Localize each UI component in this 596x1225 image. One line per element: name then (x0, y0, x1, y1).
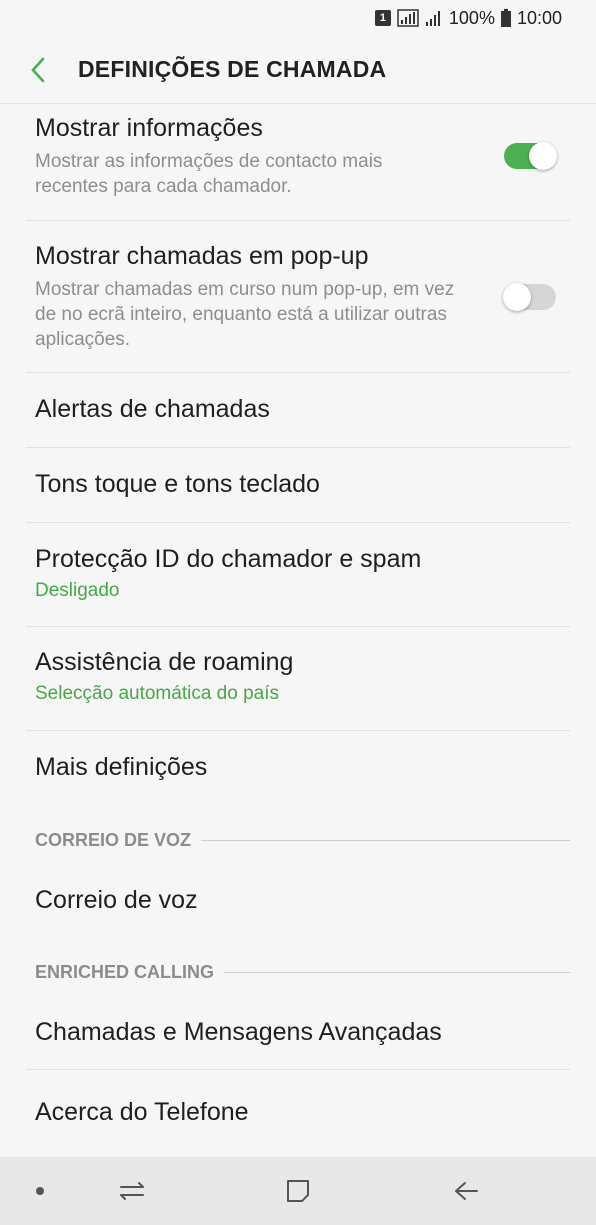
section-line (201, 840, 570, 841)
setting-more[interactable]: Mais definições (35, 753, 571, 782)
status-bar: 1 100% 10:00 (0, 0, 596, 36)
section-label: ENRICHED CALLING (35, 962, 214, 982)
section-line (224, 972, 570, 973)
setting-roaming[interactable]: Assistência de roaming Selecção automáti… (35, 648, 571, 705)
app-header: DEFINIÇÕES DE CHAMADA (0, 36, 596, 104)
setting-title: Alertas de chamadas (35, 395, 270, 423)
divider (26, 730, 570, 731)
divider (26, 220, 570, 221)
clock: 10:00 (516, 7, 562, 28)
section-enriched-calling: ENRICHED CALLING (35, 962, 570, 983)
setting-ringtones[interactable]: Tons toque e tons teclado (35, 470, 571, 499)
setting-title: Mostrar chamadas em pop-up (35, 242, 369, 270)
setting-show-info[interactable]: Mostrar informações Mostrar as informaçõ… (35, 114, 571, 199)
setting-title: Protecção ID do chamador e spam (35, 545, 422, 573)
battery-icon (500, 9, 511, 27)
sim-icon: 1 (374, 10, 391, 26)
section-label: CORREIO DE VOZ (35, 830, 192, 850)
setting-title: Acerca do Telefone (35, 1098, 249, 1126)
back-chevron-icon (31, 57, 45, 82)
toggle-knob (529, 142, 557, 170)
setting-subtitle: Mostrar chamadas em curso num pop-up, em… (35, 279, 455, 350)
setting-title: Mais definições (35, 753, 208, 781)
signal-bars-icon (425, 11, 440, 26)
divider (26, 522, 570, 523)
setting-advanced-messages[interactable]: Chamadas e Mensagens Avançadas (35, 1018, 571, 1047)
setting-subtitle: Mostrar as informações de contacto mais … (35, 151, 383, 197)
toggle-knob (503, 283, 531, 311)
setting-popup-calls[interactable]: Mostrar chamadas em pop-up Mostrar chama… (35, 242, 571, 352)
divider (26, 1069, 570, 1070)
navigation-bar (0, 1157, 596, 1225)
section-voicemail: CORREIO DE VOZ (35, 830, 570, 851)
setting-title: Tons toque e tons teclado (35, 470, 320, 498)
home-icon (287, 1180, 309, 1202)
setting-title: Correio de voz (35, 886, 198, 914)
divider (26, 372, 570, 373)
setting-voicemail[interactable]: Correio de voz (35, 886, 571, 915)
home-button[interactable] (258, 1157, 338, 1225)
setting-value: Selecção automática do país (35, 683, 279, 704)
setting-value: Desligado (35, 580, 120, 601)
recent-apps-button[interactable] (92, 1157, 172, 1225)
page-title: DEFINIÇÕES DE CHAMADA (78, 56, 387, 82)
divider (26, 447, 570, 448)
back-button[interactable] (0, 36, 78, 104)
setting-call-alerts[interactable]: Alertas de chamadas (35, 395, 571, 424)
setting-about-phone[interactable]: Acerca do Telefone (35, 1098, 571, 1127)
setting-title: Assistência de roaming (35, 648, 294, 676)
nav-dot-button[interactable] (0, 1157, 80, 1225)
setting-title: Mostrar informações (35, 114, 263, 142)
show-info-toggle[interactable] (504, 142, 557, 170)
back-arrow-icon (455, 1182, 478, 1200)
setting-title: Chamadas e Mensagens Avançadas (35, 1018, 442, 1046)
nav-back-button[interactable] (426, 1157, 506, 1225)
popup-calls-toggle[interactable] (503, 283, 556, 311)
signal-icon (397, 9, 419, 27)
setting-caller-id[interactable]: Protecção ID do chamador e spam Desligad… (35, 545, 571, 602)
battery-percent: 100% (448, 7, 495, 28)
divider (26, 626, 570, 627)
recent-apps-icon (120, 1182, 144, 1200)
dot-icon (36, 1187, 44, 1195)
